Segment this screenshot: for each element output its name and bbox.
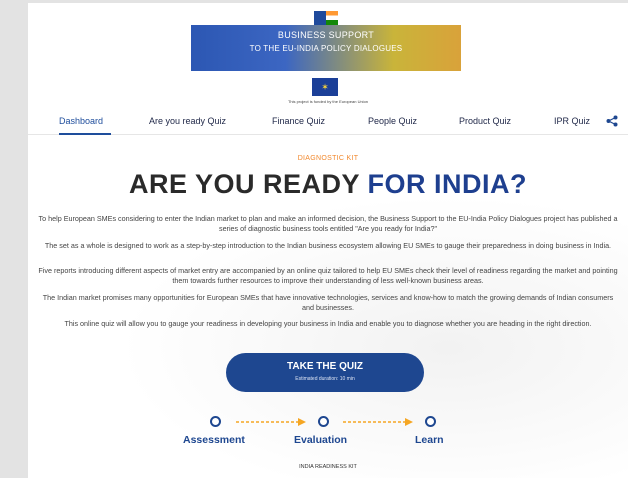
section-label: INDIA READINESS KIT (299, 464, 357, 470)
step-circle-learn (425, 416, 436, 427)
page: BUSINESS SUPPORT TO THE EU-INDIA POLICY … (28, 3, 628, 478)
nav-are-you-ready-quiz[interactable]: Are you ready Quiz (149, 116, 226, 126)
step-circle-assessment (210, 416, 221, 427)
intro-paragraph-5: This online quiz will allow you to gauge… (64, 319, 592, 328)
step-label-assessment: Assessment (183, 434, 245, 446)
active-tab-indicator (59, 133, 111, 135)
intro-paragraph-2: The set as a whole is designed to work a… (44, 241, 612, 250)
intro-paragraph-1: To help European SMEs considering to ent… (38, 214, 618, 233)
nav-ipr-quiz[interactable]: IPR Quiz (554, 116, 590, 126)
headline-part1: ARE YOU READY (128, 169, 360, 199)
nav-dashboard[interactable]: Dashboard (59, 116, 103, 126)
share-icon[interactable] (606, 115, 618, 127)
banner-subtitle: TO THE EU-INDIA POLICY DIALOGUES (249, 44, 403, 53)
nav-product-quiz[interactable]: Product Quiz (459, 116, 511, 126)
step-label-evaluation: Evaluation (294, 434, 348, 446)
headline-part2: FOR INDIA? (367, 169, 528, 199)
take-quiz-label: TAKE THE QUIZ (287, 361, 363, 372)
intro-paragraph-4: The Indian market promises many opportun… (42, 293, 614, 312)
arrow-right-icon (343, 418, 413, 426)
intro-paragraph-3: Five reports introducing different aspec… (38, 266, 618, 285)
background-image (28, 153, 628, 478)
eu-funding-note: This project is funded by the European U… (287, 99, 369, 104)
arrow-right-icon (236, 418, 306, 426)
take-quiz-button[interactable]: TAKE THE QUIZ Estimated duration: 10 min (226, 353, 424, 392)
main-nav: Dashboard Are you ready Quiz Finance Qui… (28, 107, 628, 135)
step-circle-evaluation (318, 416, 329, 427)
estimated-duration: Estimated duration: 10 min (295, 376, 355, 382)
header-banner: BUSINESS SUPPORT TO THE EU-INDIA POLICY … (191, 11, 461, 71)
page-title: ARE YOU READY FOR INDIA? (28, 169, 628, 200)
kit-label: DIAGNOSTIC KIT (297, 155, 359, 162)
step-label-learn: Learn (415, 434, 444, 446)
nav-finance-quiz[interactable]: Finance Quiz (272, 116, 325, 126)
nav-people-quiz[interactable]: People Quiz (368, 116, 417, 126)
banner-title: BUSINESS SUPPORT (277, 30, 375, 40)
eu-flag-icon: ✶ (312, 78, 338, 96)
india-flag-icon (314, 11, 338, 25)
